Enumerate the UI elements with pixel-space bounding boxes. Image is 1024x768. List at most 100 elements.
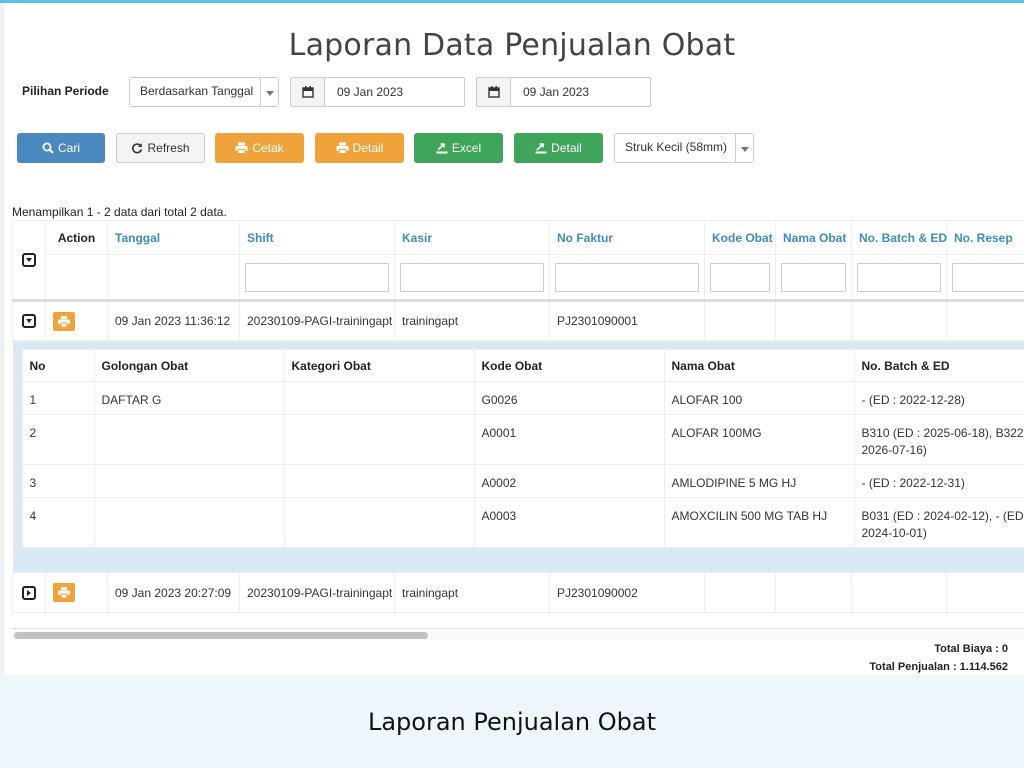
periode-select[interactable]: Berdasarkan Tanggal	[129, 77, 279, 107]
expand-all-cell[interactable]	[12, 220, 46, 301]
table-row[interactable]: 09 Jan 2023 20:27:09 20230109-PAGI-train…	[12, 572, 1024, 613]
print-icon	[58, 315, 70, 327]
row-batch	[851, 300, 947, 341]
col-kasir[interactable]: Kasir	[394, 220, 550, 255]
detail-nama: AMOXCILIN 500 MG TAB HJ	[663, 497, 855, 548]
detail-item-row: 2 A0001 ALOFAR 100MG B310 (ED : 2025-06-…	[21, 414, 1024, 465]
row-tanggal: 09 Jan 2023 11:36:12	[107, 300, 240, 341]
col-nama-obat[interactable]: Nama Obat	[775, 220, 852, 255]
row-action-cell	[45, 300, 108, 341]
date-from-value: 09 Jan 2023	[337, 85, 404, 99]
calendar-icon[interactable]	[291, 78, 325, 106]
detail-excel-label: Detail	[551, 141, 582, 155]
row-action-cell	[45, 572, 108, 613]
export-icon	[436, 143, 448, 154]
filter-faktur-input[interactable]	[555, 262, 699, 292]
row-toggle-cell[interactable]	[12, 300, 46, 341]
row-toggle-cell[interactable]	[12, 572, 46, 613]
detail-kategori	[283, 497, 475, 548]
chevron-down-icon[interactable]	[22, 314, 36, 329]
detail-batch: B310 (ED : 2025-06-18), B322 (ED : 2026-0…	[853, 414, 1024, 465]
filter-shift-cell	[239, 254, 395, 301]
detail-batch: - (ED : 2022-12-31)	[853, 464, 1024, 498]
detail-no: 2	[21, 414, 95, 465]
date-from-field[interactable]: 09 Jan 2023	[290, 77, 465, 107]
detail-kode: A0003	[473, 497, 665, 548]
detail-nama: AMLODIPINE 5 MG HJ	[663, 464, 855, 498]
total-penjualan: Total Penjualan : 1.114.562	[869, 661, 1008, 673]
detail-no: 1	[21, 381, 95, 415]
detail-kode: G0026	[473, 381, 665, 415]
detail-no: 4	[21, 497, 95, 548]
detail-kategori	[283, 464, 475, 498]
row-nama-obat	[775, 300, 852, 341]
detail-print-button[interactable]: Detail	[315, 133, 404, 163]
caret-down-icon	[260, 78, 278, 106]
top-accent-bar	[0, 0, 1024, 3]
print-icon	[58, 587, 70, 598]
cetak-label: Cetak	[252, 141, 284, 155]
filter-action-cell	[45, 254, 108, 301]
row-no-faktur: PJ2301090001	[549, 300, 705, 341]
detail-item-row: 4 A0003 AMOXCILIN 500 MG TAB HJ B031 (ED…	[21, 497, 1024, 548]
filter-faktur-cell	[549, 254, 705, 301]
detail-kode: A0001	[473, 414, 665, 465]
cari-button[interactable]: Cari	[17, 133, 105, 163]
col-kode-obat[interactable]: Kode Obat	[704, 220, 776, 255]
detail-batch-line1: B031 (ED : 2024-02-12), - (ED :	[861, 509, 1024, 523]
date-to-value: 09 Jan 2023	[523, 85, 590, 99]
row-nama-obat	[775, 572, 852, 613]
struk-select[interactable]: Struk Kecil (58mm)	[614, 133, 754, 163]
detail-col-no: No	[21, 349, 95, 382]
detail-batch-line2: 2026-07-16)	[861, 443, 927, 457]
refresh-label: Refresh	[147, 141, 190, 155]
chevron-down-icon[interactable]	[22, 253, 36, 268]
row-kasir: trainingapt	[394, 572, 550, 613]
row-print-button[interactable]	[53, 311, 75, 331]
row-no-faktur: PJ2301090002	[549, 572, 705, 613]
filter-kode-input[interactable]	[710, 262, 770, 292]
detail-col-nama: Nama Obat	[663, 349, 855, 382]
detail-batch-line1: B310 (ED : 2025-06-18), B322 (ED :	[861, 426, 1024, 440]
sales-table: Action Tanggal Shift Kasir No Faktur Kod…	[12, 220, 1024, 613]
detail-col-batch: No. Batch & ED	[853, 349, 1024, 382]
detail-golongan	[93, 497, 285, 548]
chevron-right-icon[interactable]	[22, 585, 36, 600]
filter-kode-cell	[704, 254, 776, 301]
col-no-faktur[interactable]: No Faktur	[549, 220, 705, 255]
detail-header-row: No Golongan Obat Kategori Obat Kode Obat…	[21, 349, 1024, 382]
detail-kategori	[283, 414, 475, 465]
left-edge	[0, 3, 4, 675]
detail-item-row: 1 DAFTAR G G0026 ALOFAR 100 - (ED : 2022…	[21, 381, 1024, 415]
total-biaya: Total Biaya : 0	[934, 643, 1008, 655]
col-resep[interactable]: No. Resep	[946, 220, 1024, 255]
excel-button[interactable]: Excel	[414, 133, 503, 163]
table-row[interactable]: 09 Jan 2023 11:36:12 20230109-PAGI-train…	[12, 300, 1024, 341]
detail-item-row: 3 A0002 AMLODIPINE 5 MG HJ - (ED : 2022-…	[21, 464, 1024, 498]
filter-resep-input[interactable]	[952, 262, 1024, 292]
detail-golongan: DAFTAR G	[93, 381, 285, 415]
col-tanggal[interactable]: Tanggal	[107, 220, 240, 255]
col-shift[interactable]: Shift	[239, 220, 395, 255]
horizontal-scrollbar[interactable]	[12, 628, 1024, 640]
detail-excel-button[interactable]: Detail	[514, 133, 603, 163]
periode-select-value: Berdasarkan Tanggal	[140, 84, 254, 98]
detail-col-kategori: Kategori Obat	[283, 349, 475, 382]
filter-nama-input[interactable]	[781, 262, 846, 292]
refresh-button[interactable]: Refresh	[116, 133, 205, 163]
detail-batch-line1: - (ED : 2022-12-28)	[861, 393, 965, 407]
sales-grid: Action Tanggal Shift Kasir No Faktur Kod…	[12, 220, 1024, 630]
filter-kasir-input[interactable]	[400, 262, 544, 292]
detail-batch: B031 (ED : 2024-02-12), - (ED : 2024-10-0…	[853, 497, 1024, 548]
filter-batch-cell	[851, 254, 947, 301]
filter-shift-input[interactable]	[245, 262, 389, 292]
filter-row	[13, 254, 1024, 301]
date-to-field[interactable]: 09 Jan 2023	[476, 77, 651, 107]
row-kode-obat	[704, 300, 776, 341]
cetak-button[interactable]: Cetak	[215, 133, 304, 163]
calendar-icon[interactable]	[477, 78, 511, 106]
col-batch[interactable]: No. Batch & ED	[851, 220, 947, 255]
scrollbar-thumb[interactable]	[14, 632, 428, 639]
filter-batch-input[interactable]	[857, 262, 941, 292]
row-print-button[interactable]	[53, 583, 75, 602]
